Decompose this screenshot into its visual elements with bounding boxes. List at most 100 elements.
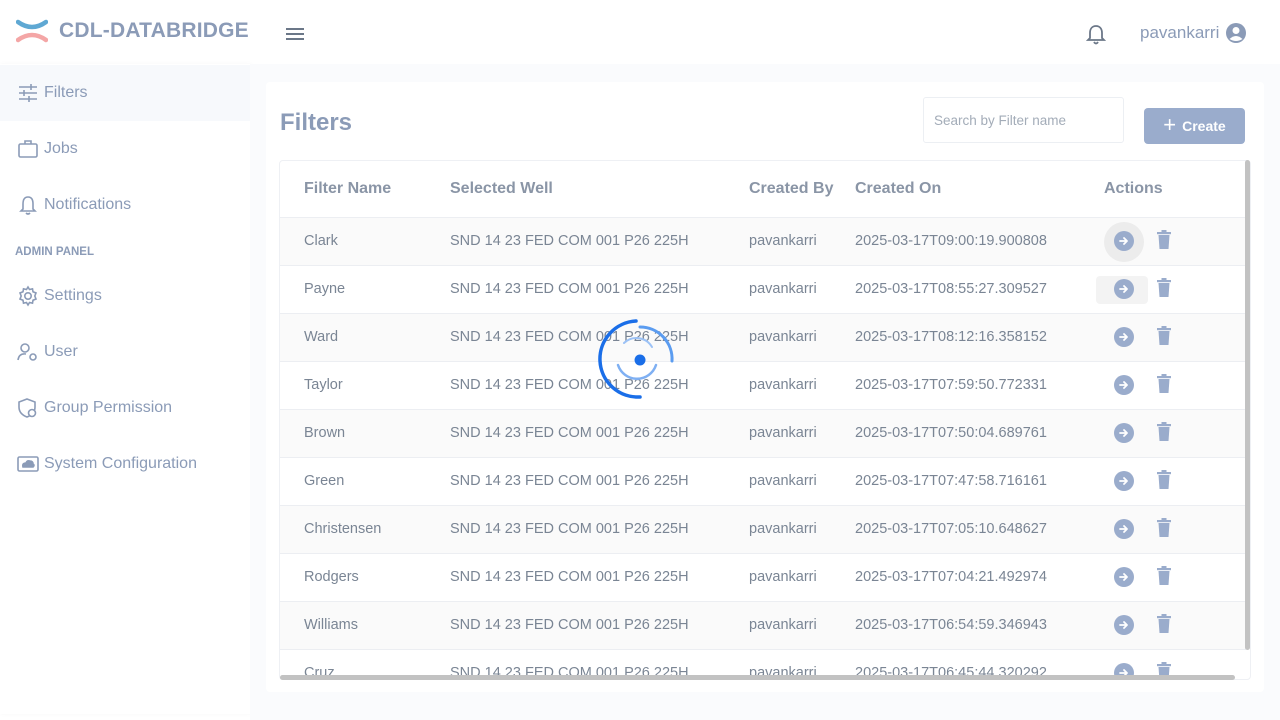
table-row: Christensen SND 14 23 FED COM 001 P26 225…: [280, 506, 1246, 554]
delete-trash-icon[interactable]: [1156, 422, 1172, 442]
delete-trash-icon[interactable]: [1156, 566, 1172, 586]
menu-icon[interactable]: [285, 26, 305, 42]
cell-filter-name: Ward: [304, 329, 339, 345]
bell-icon[interactable]: [1085, 24, 1107, 46]
account-icon[interactable]: [1225, 22, 1247, 44]
sidebar-item-settings[interactable]: Settings: [0, 268, 250, 324]
delete-trash-icon[interactable]: [1156, 518, 1172, 538]
open-filter-arrow-icon[interactable]: [1114, 567, 1134, 587]
cell-created-on: 2025-03-17T08:55:27.309527: [855, 281, 1047, 297]
open-filter-arrow-icon[interactable]: [1114, 279, 1134, 299]
cell-created-by: pavankarri: [749, 377, 817, 393]
username[interactable]: pavankarri: [1140, 23, 1219, 43]
admin-panel-heading: ADMIN PANEL: [15, 246, 95, 258]
create-button-label: Create: [1182, 118, 1226, 134]
open-filter-arrow-icon[interactable]: [1114, 375, 1134, 395]
cell-created-by: pavankarri: [749, 521, 817, 537]
column-header-created-by[interactable]: Created By: [749, 180, 833, 198]
cell-filter-name: Williams: [304, 617, 358, 633]
delete-trash-icon[interactable]: [1156, 278, 1172, 298]
sidebar-item-label: Notifications: [44, 196, 132, 213]
sliders-icon: [17, 82, 39, 104]
brand-name: CDL-DATABRIDGE: [59, 19, 249, 42]
delete-trash-icon[interactable]: [1156, 614, 1172, 634]
page-title: Filters: [280, 109, 353, 136]
sidebar-item-label: Filters: [44, 84, 88, 101]
sidebar: Filters Jobs Notifications ADMIN PANEL S…: [0, 64, 250, 714]
cell-filter-name: Green: [304, 473, 345, 489]
search-input[interactable]: [923, 97, 1124, 143]
table-row: Rodgers SND 14 23 FED COM 001 P26 225H pav…: [280, 554, 1246, 602]
cell-created-on: 2025-03-17T08:12:16.358152: [855, 329, 1047, 345]
bell-icon: [17, 194, 39, 216]
horizontal-scrollbar[interactable]: [280, 675, 1235, 680]
sidebar-item-filters[interactable]: Filters: [0, 65, 250, 121]
table-row: Brown SND 14 23 FED COM 001 P26 225H pavan…: [280, 410, 1246, 458]
loading-spinner-icon: [598, 319, 674, 399]
column-header-created-on[interactable]: Created On: [855, 180, 941, 198]
table-header: Filter Name Selected Well Created By Cre…: [280, 161, 1246, 218]
cell-filter-name: Payne: [304, 281, 346, 297]
open-filter-arrow-icon[interactable]: [1114, 519, 1134, 539]
sidebar-item-user[interactable]: User: [0, 324, 250, 380]
delete-trash-icon[interactable]: [1156, 230, 1172, 250]
sidebar-item-group-permission[interactable]: Group Permission: [0, 380, 250, 436]
sidebar-item-system-configuration[interactable]: System Configuration: [0, 436, 250, 492]
table-row: Taylor SND 14 23 FED COM 001 P26 225H pava…: [280, 362, 1246, 410]
column-header-filter-name[interactable]: Filter Name: [304, 180, 391, 198]
column-header-actions: Actions: [1104, 180, 1163, 197]
cell-filter-name: Christensen: [304, 521, 382, 537]
open-filter-arrow-icon[interactable]: [1114, 231, 1134, 251]
delete-trash-icon[interactable]: [1156, 374, 1172, 394]
cell-selected-well: SND 14 23 FED COM 001 P26 225H: [450, 281, 689, 297]
cell-selected-well: SND 14 23 FED COM 001 P26 225H: [450, 521, 689, 537]
cell-created-on: 2025-03-17T09:00:19.900808: [855, 233, 1047, 249]
gear-icon: [17, 285, 39, 307]
user-gear-icon: [17, 341, 39, 363]
sidebar-item-label: Settings: [44, 287, 102, 304]
cell-created-by: pavankarri: [749, 569, 817, 585]
cell-created-on: 2025-03-17T07:50:04.689761: [855, 425, 1047, 441]
filters-table: Filter Name Selected Well Created By Cre…: [279, 160, 1251, 680]
open-filter-arrow-icon[interactable]: [1114, 615, 1134, 635]
delete-trash-icon[interactable]: [1156, 470, 1172, 490]
cell-filter-name: Clark: [304, 233, 338, 249]
cell-selected-well: SND 14 23 FED COM 001 P26 225H: [450, 617, 689, 633]
table-row: Payne SND 14 23 FED COM 001 P26 225H pavan…: [280, 266, 1246, 314]
briefcase-icon: [17, 138, 39, 160]
shield-gear-icon: [17, 397, 39, 419]
delete-trash-icon[interactable]: [1156, 326, 1172, 346]
table-row: Ward SND 14 23 FED COM 001 P26 225H pavank…: [280, 314, 1246, 362]
open-filter-arrow-icon[interactable]: [1114, 327, 1134, 347]
sidebar-item-label: Group Permission: [44, 399, 173, 416]
cell-selected-well: SND 14 23 FED COM 001 P26 225H: [450, 233, 689, 249]
cell-filter-name: Rodgers: [304, 569, 359, 585]
cell-filter-name: Taylor: [304, 377, 343, 393]
table-row: Green SND 14 23 FED COM 001 P26 225H pavan…: [280, 458, 1246, 506]
plus-icon: +: [1163, 112, 1177, 137]
cell-created-on: 2025-03-17T07:04:21.492974: [855, 569, 1047, 585]
app-header: CDL-DATABRIDGE pavankarri: [0, 0, 1280, 64]
cell-created-by: pavankarri: [749, 425, 817, 441]
open-filter-arrow-icon[interactable]: [1114, 423, 1134, 443]
table-row: Williams SND 14 23 FED COM 001 P26 225H pa…: [280, 602, 1246, 650]
cell-filter-name: Brown: [304, 425, 346, 441]
cell-selected-well: SND 14 23 FED COM 001 P26 225H: [450, 569, 689, 585]
column-header-selected-well[interactable]: Selected Well: [450, 180, 553, 198]
cell-selected-well: SND 14 23 FED COM 001 P26 225H: [450, 425, 689, 441]
cell-created-by: pavankarri: [749, 281, 817, 297]
sidebar-item-jobs[interactable]: Jobs: [0, 121, 250, 177]
logo-icon: [16, 18, 48, 44]
cell-selected-well: SND 14 23 FED COM 001 P26 225H: [450, 473, 689, 489]
sidebar-item-label: User: [44, 343, 78, 360]
sidebar-item-label: System Configuration: [44, 455, 197, 472]
cell-created-on: 2025-03-17T06:54:59.346943: [855, 617, 1047, 633]
open-filter-arrow-icon[interactable]: [1114, 471, 1134, 491]
cell-created-by: pavankarri: [749, 473, 817, 489]
cloud-monitor-icon: [17, 453, 39, 475]
vertical-scrollbar[interactable]: [1245, 160, 1250, 650]
table-row: Clark SND 14 23 FED COM 001 P26 225H pavan…: [280, 218, 1246, 266]
sidebar-item-notifications[interactable]: Notifications: [0, 177, 250, 233]
create-button[interactable]: + Create: [1144, 108, 1245, 144]
cell-created-on: 2025-03-17T07:47:58.716161: [855, 473, 1047, 489]
